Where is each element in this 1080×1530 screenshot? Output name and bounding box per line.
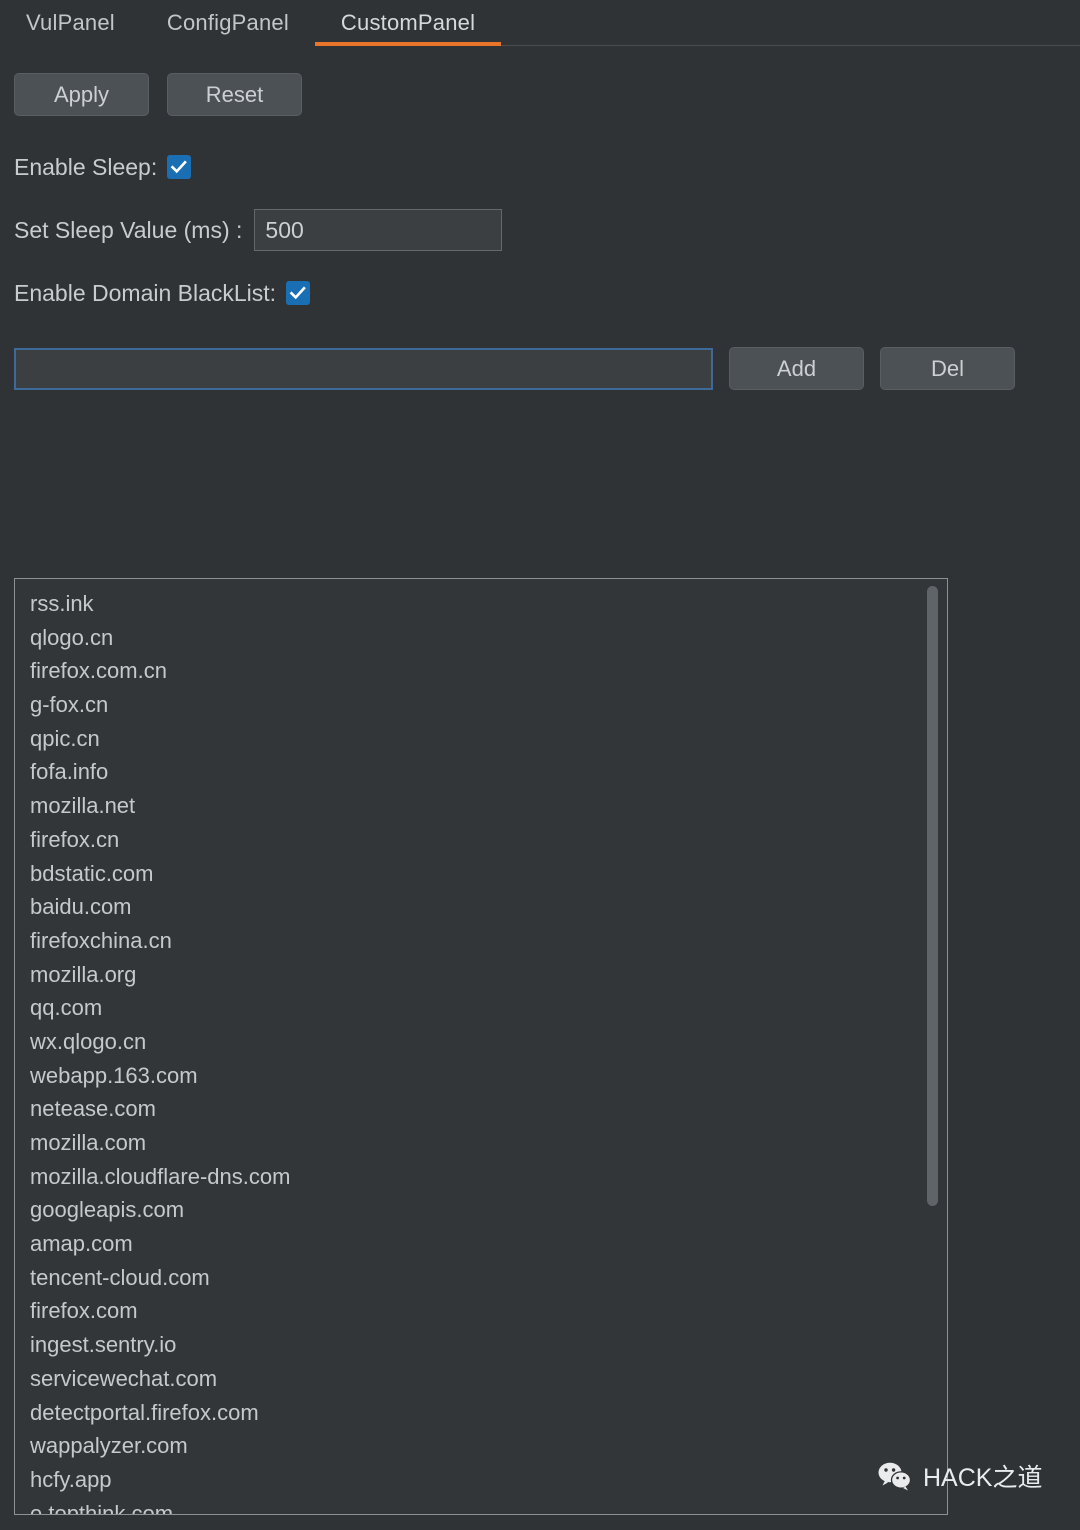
list-item[interactable]: wappalyzer.com: [30, 1429, 947, 1463]
enable-blacklist-checkbox[interactable]: [286, 281, 311, 305]
action-button-row: Apply Reset: [0, 46, 1080, 116]
tab-configpanel[interactable]: ConfigPanel: [140, 0, 315, 46]
list-item[interactable]: e.topthink.com: [30, 1497, 947, 1514]
del-domain-button[interactable]: Del: [880, 347, 1015, 390]
domain-entry-row: Add Del: [0, 347, 1080, 390]
list-item[interactable]: mozilla.net: [30, 789, 947, 823]
list-item[interactable]: firefox.com: [30, 1294, 947, 1328]
sleep-value-input[interactable]: [254, 209, 503, 251]
list-item[interactable]: firefoxchina.cn: [30, 924, 947, 958]
list-item[interactable]: mozilla.org: [30, 958, 947, 992]
list-item[interactable]: firefox.cn: [30, 823, 947, 857]
add-domain-button[interactable]: Add: [729, 347, 864, 390]
list-item[interactable]: servicewechat.com: [30, 1362, 947, 1396]
reset-button[interactable]: Reset: [167, 73, 302, 116]
enable-sleep-row: Enable Sleep:: [0, 150, 1080, 184]
watermark-text: HACK之道: [923, 1464, 1043, 1492]
enable-blacklist-row: Enable Domain BlackList:: [0, 276, 1080, 310]
list-item[interactable]: mozilla.com: [30, 1126, 947, 1160]
list-item[interactable]: googleapis.com: [30, 1193, 947, 1227]
list-item[interactable]: bdstatic.com: [30, 857, 947, 891]
watermark: HACK之道: [878, 1458, 1042, 1494]
tab-label: CustomPanel: [340, 10, 476, 35]
list-item[interactable]: qlogo.cn: [30, 621, 947, 655]
list-item[interactable]: hcfy.app: [30, 1463, 947, 1497]
list-item[interactable]: mozilla.cloudflare-dns.com: [30, 1160, 947, 1194]
list-item[interactable]: fofa.info: [30, 755, 947, 789]
scrollbar-thumb[interactable]: [927, 586, 938, 1206]
list-item[interactable]: g-fox.cn: [30, 688, 947, 722]
list-item[interactable]: baidu.com: [30, 890, 947, 924]
domain-blacklist-listbox[interactable]: rss.ink qlogo.cn firefox.com.cn g-fox.cn qpi…: [14, 578, 948, 1515]
list-item[interactable]: webapp.163.com: [30, 1059, 947, 1093]
apply-button[interactable]: Apply: [14, 73, 149, 116]
list-item[interactable]: ingest.sentry.io: [30, 1328, 947, 1362]
tab-bar: VulPanel ConfigPanel CustomPanel: [0, 0, 1080, 46]
enable-sleep-label: Enable Sleep:: [14, 153, 158, 180]
domain-input[interactable]: [14, 347, 713, 390]
list-item[interactable]: netease.com: [30, 1092, 947, 1126]
tab-vulpanel[interactable]: VulPanel: [0, 0, 141, 46]
tab-label: VulPanel: [26, 10, 115, 35]
check-icon: [289, 286, 306, 300]
list-item[interactable]: qpic.cn: [30, 722, 947, 756]
enable-sleep-checkbox[interactable]: [167, 155, 192, 179]
list-item[interactable]: firefox.com.cn: [30, 654, 947, 688]
list-item[interactable]: rss.ink: [30, 587, 947, 621]
list-item[interactable]: detectportal.firefox.com: [30, 1396, 947, 1430]
list-item[interactable]: qq.com: [30, 991, 947, 1025]
list-item[interactable]: wx.qlogo.cn: [30, 1025, 947, 1059]
tab-custompanel[interactable]: CustomPanel: [314, 0, 502, 46]
sleep-value-row: Set Sleep Value (ms) :: [0, 209, 1080, 251]
check-icon: [170, 160, 188, 174]
enable-blacklist-label: Enable Domain BlackList:: [14, 279, 277, 306]
list-item[interactable]: tencent-cloud.com: [30, 1261, 947, 1295]
domain-blacklist-items: rss.ink qlogo.cn firefox.com.cn g-fox.cn qpi…: [30, 587, 947, 1514]
listbox-scrollbar[interactable]: [927, 584, 938, 1508]
sleep-value-label: Set Sleep Value (ms) :: [14, 216, 243, 243]
tab-label: ConfigPanel: [166, 10, 289, 35]
wechat-icon: [878, 1462, 912, 1490]
list-item[interactable]: amap.com: [30, 1227, 947, 1261]
